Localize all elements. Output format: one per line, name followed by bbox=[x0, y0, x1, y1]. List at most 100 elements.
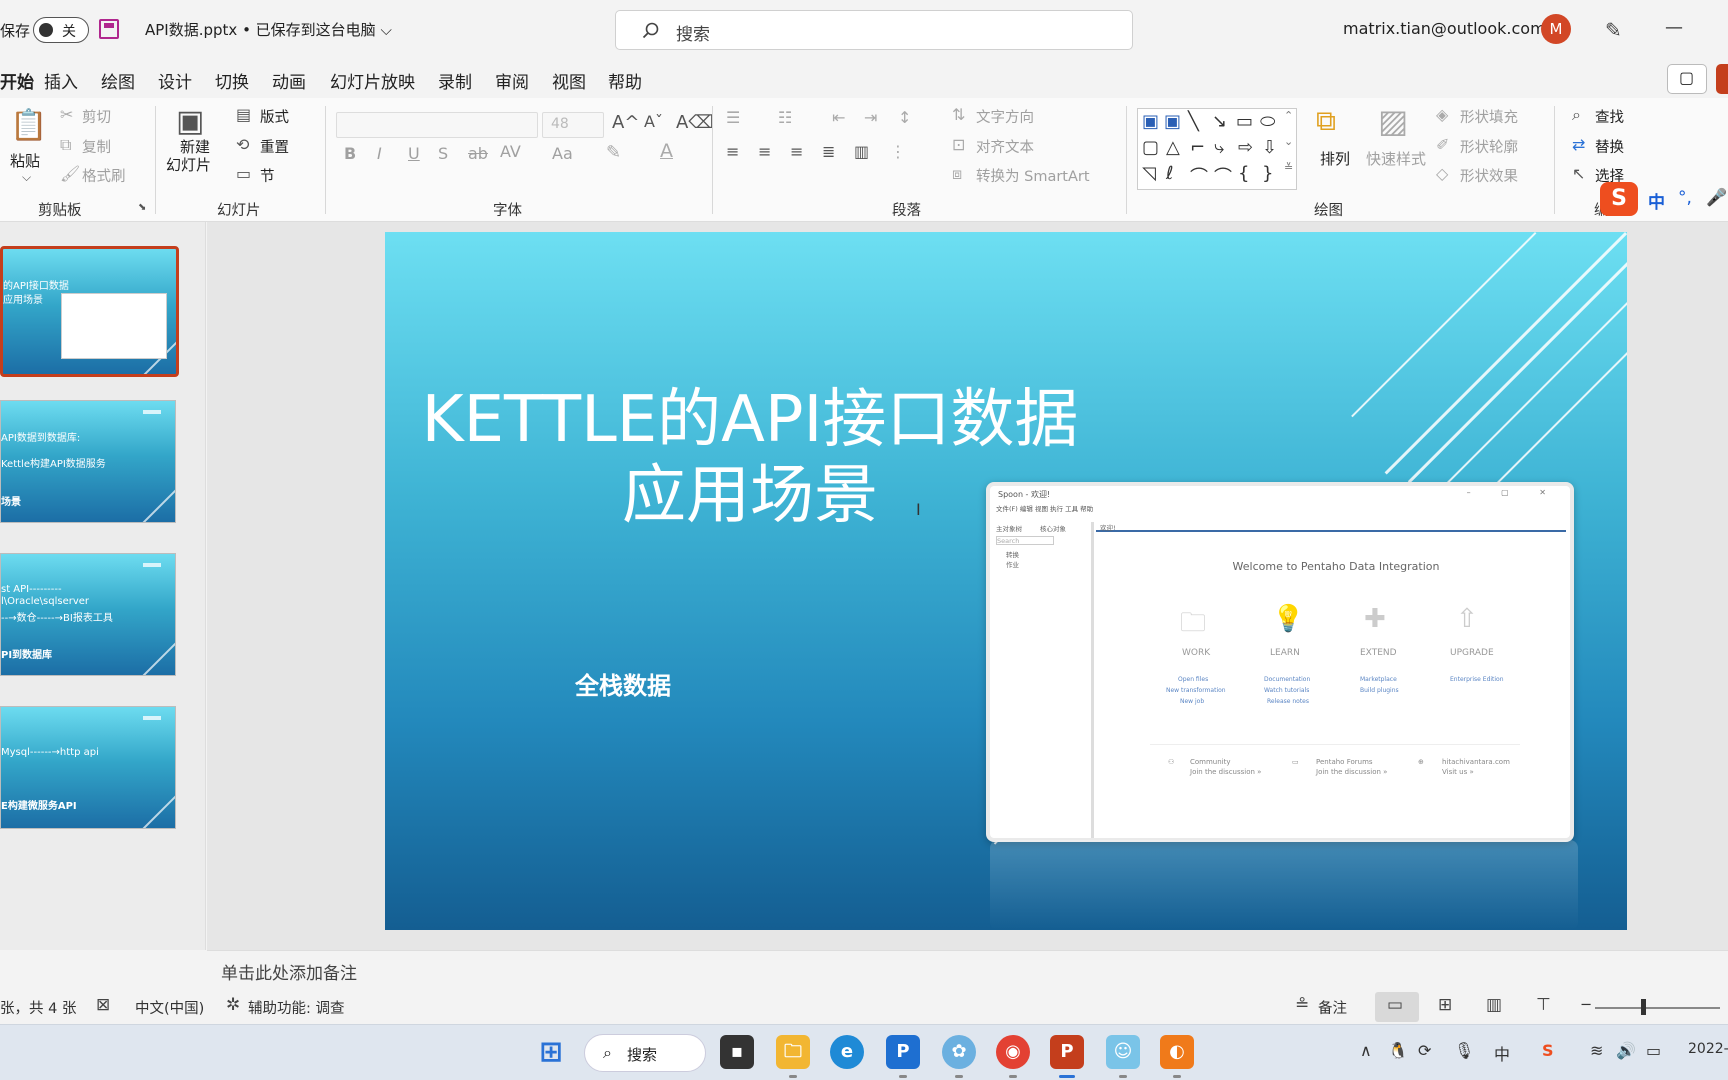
spellcheck-icon[interactable]: ⊠ bbox=[96, 995, 110, 1015]
tab-view[interactable]: 视图 bbox=[552, 68, 586, 93]
numbering-icon[interactable]: ☷ bbox=[778, 108, 792, 127]
arrange-button[interactable]: 排列 bbox=[1320, 148, 1350, 169]
gallery-down-icon[interactable]: ⌄ bbox=[1284, 135, 1293, 148]
elbow-connector-icon[interactable]: ⌐ bbox=[1190, 137, 1205, 158]
share-button[interactable] bbox=[1716, 64, 1728, 94]
app-icon-2[interactable]: ☺ bbox=[1106, 1035, 1140, 1069]
grow-font-icon[interactable]: A^ bbox=[612, 112, 639, 133]
microphone-icon[interactable]: 🎙 bbox=[1454, 1041, 1474, 1060]
tab-home[interactable]: 开始 bbox=[0, 68, 34, 101]
freeform-icon[interactable]: ◹ bbox=[1142, 163, 1156, 184]
underline-button[interactable]: U bbox=[408, 144, 420, 163]
rounded-rect-icon[interactable]: ▢ bbox=[1142, 137, 1159, 158]
notes-placeholder[interactable]: 单击此处添加备注 bbox=[221, 959, 357, 984]
align-center-icon[interactable]: ≡ bbox=[758, 142, 771, 161]
italic-button[interactable]: I bbox=[377, 144, 382, 163]
zoom-slider-thumb[interactable] bbox=[1641, 999, 1646, 1015]
slide-thumbnail-1[interactable]: 的API接口数据 应用场景 bbox=[0, 246, 179, 377]
arrow-shape-icon[interactable]: ↘ bbox=[1212, 111, 1227, 132]
sogou-logo[interactable]: S bbox=[1600, 182, 1638, 216]
bullets-icon[interactable]: ☰ bbox=[726, 108, 740, 127]
notes-icon[interactable]: ≗ bbox=[1295, 995, 1309, 1015]
document-title[interactable]: API数据.pptx • 已保存到这台电脑 ⌵ bbox=[145, 19, 392, 40]
tray-chevron-icon[interactable]: ∧ bbox=[1360, 1041, 1372, 1060]
strikethrough-button[interactable]: ab bbox=[468, 144, 488, 163]
sorter-view-icon[interactable]: ⊞ bbox=[1438, 995, 1452, 1015]
justify-icon[interactable]: ≣ bbox=[822, 142, 835, 161]
pen-icon[interactable]: ✎ bbox=[1605, 18, 1622, 42]
tab-transitions[interactable]: 切换 bbox=[215, 68, 249, 93]
line-shape-icon[interactable]: ╲ bbox=[1188, 111, 1199, 132]
slide-main[interactable]: KETTLE的API接口数据 应用场景 全栈数据 I Spoon - 欢迎! –… bbox=[385, 232, 1627, 930]
chrome-icon[interactable]: ◉ bbox=[996, 1035, 1030, 1069]
right-brace-icon[interactable]: } bbox=[1262, 163, 1273, 184]
comments-button[interactable] bbox=[1667, 64, 1707, 94]
increase-indent-icon[interactable]: ⇥ bbox=[864, 108, 877, 127]
windows-start-icon[interactable]: ⊞ bbox=[534, 1035, 568, 1069]
tab-design[interactable]: 设计 bbox=[158, 68, 192, 93]
change-case-button[interactable]: Aa bbox=[552, 144, 573, 163]
save-icon[interactable] bbox=[99, 19, 119, 39]
notes-pane[interactable] bbox=[207, 950, 1728, 990]
columns-icon[interactable]: ▥ bbox=[854, 142, 869, 161]
bold-button[interactable]: B bbox=[344, 144, 356, 163]
triangle-shape-icon[interactable]: △ bbox=[1166, 137, 1180, 158]
elbow-arrow-icon[interactable]: ⤷ bbox=[1214, 137, 1224, 158]
shape-fill-button[interactable]: 形状填充 bbox=[1460, 106, 1518, 127]
shadow-button[interactable]: S bbox=[438, 144, 448, 163]
vertical-textbox-icon[interactable]: ▣ bbox=[1164, 111, 1181, 132]
file-explorer-icon[interactable]: 🗀 bbox=[776, 1035, 810, 1069]
normal-view-icon[interactable]: ▭ bbox=[1387, 995, 1403, 1015]
slide-thumbnail-4[interactable]: Mysql------→http api E构建微服务API bbox=[0, 706, 176, 829]
new-slide-label-2[interactable]: 幻灯片 bbox=[166, 154, 211, 175]
notes-toggle[interactable]: 备注 bbox=[1318, 997, 1347, 1018]
battery-icon[interactable]: ▭ bbox=[1646, 1041, 1661, 1060]
gallery-up-icon[interactable]: ⌃ bbox=[1284, 109, 1293, 122]
app-icon-3[interactable]: ◐ bbox=[1160, 1035, 1194, 1069]
sync-icon[interactable]: ⟳ bbox=[1418, 1041, 1431, 1060]
gallery-more-icon[interactable]: ≚ bbox=[1284, 161, 1293, 174]
ime-mode[interactable]: 中 bbox=[1648, 188, 1665, 213]
cut-button[interactable]: 剪切 bbox=[82, 106, 111, 127]
minimize-icon[interactable]: — bbox=[1665, 17, 1683, 38]
reset-button[interactable]: 重置 bbox=[260, 136, 289, 157]
line-spacing-icon[interactable]: ↕ bbox=[898, 108, 911, 127]
shape-effects-button[interactable]: 形状效果 bbox=[1460, 165, 1518, 186]
microphone-icon[interactable]: 🎤 bbox=[1706, 188, 1727, 208]
curve-icon[interactable]: ⌒ bbox=[1190, 163, 1208, 189]
app-icon[interactable]: ✿ bbox=[942, 1035, 976, 1069]
slideshow-view-icon[interactable]: ⊤ bbox=[1536, 995, 1551, 1015]
textbox-shape-icon[interactable]: ▣ bbox=[1142, 111, 1159, 132]
search-input[interactable]: 搜索 bbox=[615, 10, 1133, 50]
dialog-launcher-icon[interactable]: ⬊ bbox=[138, 202, 146, 213]
decrease-indent-icon[interactable]: ⇤ bbox=[832, 108, 845, 127]
reading-view-icon[interactable]: ▥ bbox=[1486, 995, 1502, 1015]
font-family-select[interactable] bbox=[336, 112, 538, 138]
pycharm-icon[interactable]: P bbox=[886, 1035, 920, 1069]
quick-styles-button[interactable]: 快速样式 bbox=[1366, 148, 1426, 169]
tab-record[interactable]: 录制 bbox=[438, 68, 472, 93]
slide-thumbnail-2[interactable]: API数据到数据库: Kettle构建API数据服务 场景 bbox=[0, 400, 176, 523]
arrange-icon[interactable]: ⧉ bbox=[1316, 104, 1336, 138]
taskbar-search[interactable]: ⌕ 搜索 bbox=[584, 1034, 706, 1072]
qq-icon[interactable]: 🐧 bbox=[1388, 1041, 1408, 1060]
highlight-icon[interactable]: ✎ bbox=[606, 142, 621, 163]
text-direction-button[interactable]: 文字方向 bbox=[976, 106, 1034, 127]
replace-button[interactable]: 替换 bbox=[1595, 136, 1624, 157]
clear-format-icon[interactable]: A⌫ bbox=[676, 112, 714, 133]
tab-slideshow[interactable]: 幻灯片放映 bbox=[330, 68, 415, 93]
chevron-down-icon[interactable]: ⌵ bbox=[22, 170, 31, 185]
powerpoint-icon[interactable]: P bbox=[1050, 1035, 1084, 1069]
accessibility-status[interactable]: 辅助功能: 调查 bbox=[248, 997, 345, 1018]
smartart-button[interactable]: 转换为 SmartArt bbox=[976, 165, 1090, 186]
shapes-gallery[interactable]: ▣ ▣ ╲ ↘ ▭ ⬭ ▢ △ ⌐ ⤷ ⇨ ⇩ ◹ ℓ ⌒ ⌒ { } ⌃ ⌄ … bbox=[1137, 108, 1297, 190]
layout-button[interactable]: 版式 bbox=[260, 106, 289, 127]
left-brace-icon[interactable]: { bbox=[1238, 163, 1249, 184]
oval-shape-icon[interactable]: ⬭ bbox=[1260, 111, 1275, 132]
sogou-tray-icon[interactable]: S bbox=[1542, 1041, 1554, 1060]
scribble-icon[interactable]: ℓ bbox=[1166, 163, 1173, 184]
clock-date[interactable]: 2022- bbox=[1688, 1041, 1728, 1057]
tab-review[interactable]: 审阅 bbox=[495, 68, 529, 93]
language-indicator[interactable]: 中文(中国) bbox=[135, 997, 204, 1018]
shrink-font-icon[interactable]: Aˇ bbox=[644, 112, 663, 131]
